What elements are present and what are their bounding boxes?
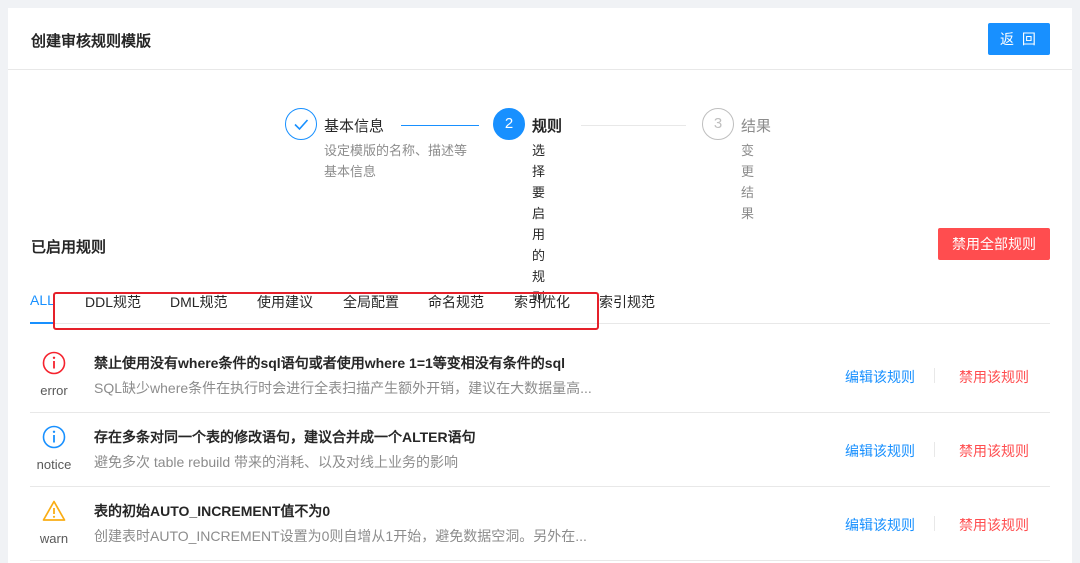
- edit-rule-link[interactable]: 编辑该规则: [845, 441, 915, 461]
- rule-desc: SQL缺少where条件在执行时会进行全表扫描产生额外开销，建议在大数据量高..…: [94, 380, 592, 396]
- active-tab-indicator: [30, 322, 54, 324]
- rule-level: notice: [36, 457, 72, 472]
- rule-title: 表的初始AUTO_INCREMENT值不为0: [94, 503, 331, 519]
- disable-rule-link[interactable]: 禁用该规则: [959, 515, 1029, 535]
- rule-desc: 创建表时AUTO_INCREMENT设置为0则自增从1开始，避免数据空洞。另外在…: [94, 528, 587, 544]
- divider: [934, 516, 935, 531]
- step-number: 3: [702, 108, 734, 140]
- step-desc: 设定模版的名称、描述等基本信息: [324, 143, 468, 179]
- tab-index-standard[interactable]: 索引规范: [599, 292, 655, 312]
- step-connector: [581, 125, 686, 126]
- rule-level: warn: [39, 531, 69, 546]
- step-connector: [401, 125, 479, 126]
- page-header: 创建审核规则模版 返 回: [8, 8, 1072, 70]
- edit-rule-link[interactable]: 编辑该规则: [845, 367, 915, 387]
- annotation-highlight-box: [53, 292, 599, 330]
- warning-triangle-icon: [42, 499, 66, 523]
- check-icon: [285, 108, 317, 140]
- rule-row: error 禁止使用没有where条件的sql语句或者使用where 1=1等变…: [30, 340, 1050, 413]
- disable-all-rules-button[interactable]: 禁用全部规则: [938, 228, 1050, 260]
- rule-title: 禁止使用没有where条件的sql语句或者使用where 1=1等变相没有条件的…: [94, 355, 566, 371]
- back-button[interactable]: 返 回: [988, 23, 1050, 55]
- divider: [934, 368, 935, 383]
- page-title: 创建审核规则模版: [31, 33, 152, 50]
- step-title: 结果: [741, 118, 772, 135]
- step-number: 2: [493, 108, 525, 140]
- edit-rule-link[interactable]: 编辑该规则: [845, 515, 915, 535]
- error-circle-icon: [42, 351, 66, 375]
- step-title: 基本信息: [324, 118, 385, 135]
- tab-all[interactable]: ALL: [30, 292, 55, 308]
- step-desc: 变更结果: [741, 143, 755, 221]
- info-circle-icon: [42, 425, 66, 449]
- divider: [934, 442, 935, 457]
- rule-row: notice 存在多条对同一个表的修改语句，建议合并成一个ALTER语句 避免多…: [30, 414, 1050, 487]
- rule-desc: 避免多次 table rebuild 带来的消耗、以及对线上业务的影响: [94, 454, 459, 470]
- rule-row: warn 表的初始AUTO_INCREMENT值不为0 创建表时AUTO_INC…: [30, 488, 1050, 561]
- section-title: 已启用规则: [31, 239, 107, 256]
- rule-title: 存在多条对同一个表的修改语句，建议合并成一个ALTER语句: [94, 429, 476, 445]
- step-desc: 选择要启用的规则: [532, 143, 546, 305]
- step-title: 规则: [532, 118, 563, 135]
- disable-rule-link[interactable]: 禁用该规则: [959, 441, 1029, 461]
- rule-level: error: [40, 383, 68, 398]
- disable-rule-link[interactable]: 禁用该规则: [959, 367, 1029, 387]
